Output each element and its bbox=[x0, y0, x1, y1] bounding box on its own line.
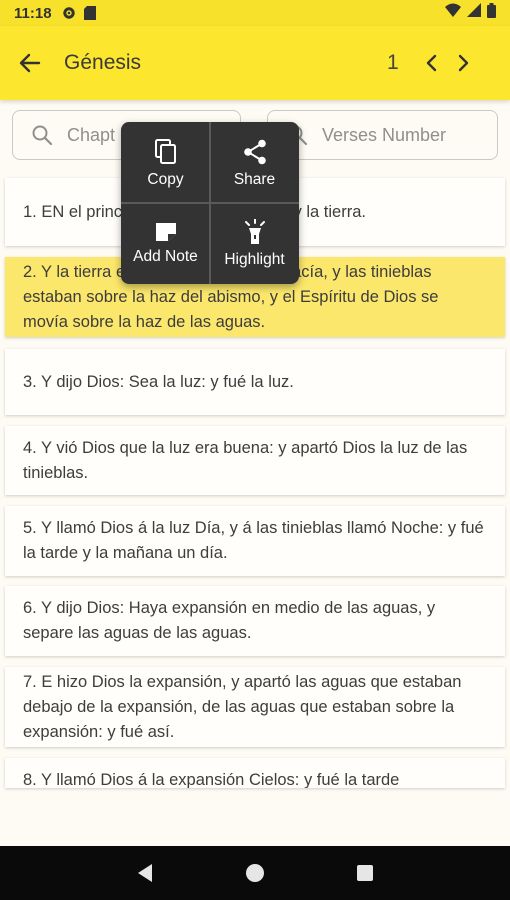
page-title: Génesis bbox=[64, 51, 142, 74]
verse-item[interactable]: 6. Y dijo Dios: Haya expansión en medio … bbox=[5, 586, 505, 656]
verse-item[interactable]: 7. E hizo Dios la expansión, y apartó la… bbox=[5, 667, 505, 747]
nav-home-icon[interactable] bbox=[244, 862, 266, 884]
nav-recents-icon[interactable] bbox=[355, 863, 375, 883]
verse-action-popup: Copy Share Add Note Highlight bbox=[121, 122, 299, 284]
verse-item[interactable]: 3. Y dijo Dios: Sea la luz: y fué la luz… bbox=[5, 349, 505, 415]
verse-text: 8. Y llamó Dios á la expansión Cielos: y… bbox=[23, 771, 400, 788]
copy-button[interactable]: Copy bbox=[121, 124, 210, 204]
status-time: 11:18 bbox=[14, 4, 52, 22]
chevron-left-icon[interactable] bbox=[423, 50, 441, 81]
chevron-right-icon[interactable] bbox=[454, 50, 472, 81]
battery-icon bbox=[487, 3, 496, 23]
highlight-button[interactable]: Highlight bbox=[210, 204, 299, 284]
verse-item[interactable]: 8. Y llamó Dios á la expansión Cielos: y… bbox=[5, 758, 505, 788]
chapter-number[interactable]: 1 bbox=[387, 51, 399, 75]
copy-label: Copy bbox=[147, 171, 184, 188]
add-note-button[interactable]: Add Note bbox=[121, 204, 210, 284]
verse-item[interactable]: 5. Y llamó Dios á la luz Día, y á las ti… bbox=[5, 506, 505, 576]
search-icon bbox=[31, 124, 53, 146]
copy-icon bbox=[154, 139, 177, 171]
share-label: Share bbox=[233, 171, 276, 188]
back-arrow-icon[interactable] bbox=[18, 51, 42, 75]
share-icon bbox=[243, 139, 267, 171]
system-nav-bar bbox=[0, 846, 510, 900]
highlight-label: Highlight bbox=[224, 251, 285, 268]
settings-gear-icon bbox=[62, 6, 76, 20]
add-note-label: Add Note bbox=[133, 248, 198, 265]
verses-search-placeholder: Verses Number bbox=[322, 124, 447, 145]
verse-text: 4. Y vió Dios que la luz era buena: y ap… bbox=[23, 438, 468, 482]
verses-search-input[interactable]: Verses Number bbox=[267, 110, 498, 160]
note-icon bbox=[155, 222, 177, 248]
status-bar: 11:18 bbox=[0, 0, 510, 26]
highlighter-icon bbox=[244, 219, 266, 251]
chapter-search-placeholder: Chapt bbox=[67, 124, 116, 145]
verse-text: 6. Y dijo Dios: Haya expansión en medio … bbox=[23, 599, 436, 642]
verse-text: 3. Y dijo Dios: Sea la luz: y fué la luz… bbox=[23, 372, 294, 391]
verse-item[interactable]: 4. Y vió Dios que la luz era buena: y ap… bbox=[5, 426, 505, 495]
verse-text: 7. E hizo Dios la expansión, y apartó la… bbox=[23, 672, 462, 741]
signal-icon bbox=[467, 3, 481, 23]
verse-text: 5. Y llamó Dios á la luz Día, y á las ti… bbox=[23, 519, 484, 562]
wifi-icon bbox=[445, 3, 461, 23]
sd-card-icon bbox=[83, 6, 96, 20]
app-bar: Génesis 1 bbox=[0, 26, 510, 100]
share-button[interactable]: Share bbox=[210, 124, 299, 204]
nav-back-icon[interactable] bbox=[135, 862, 155, 884]
